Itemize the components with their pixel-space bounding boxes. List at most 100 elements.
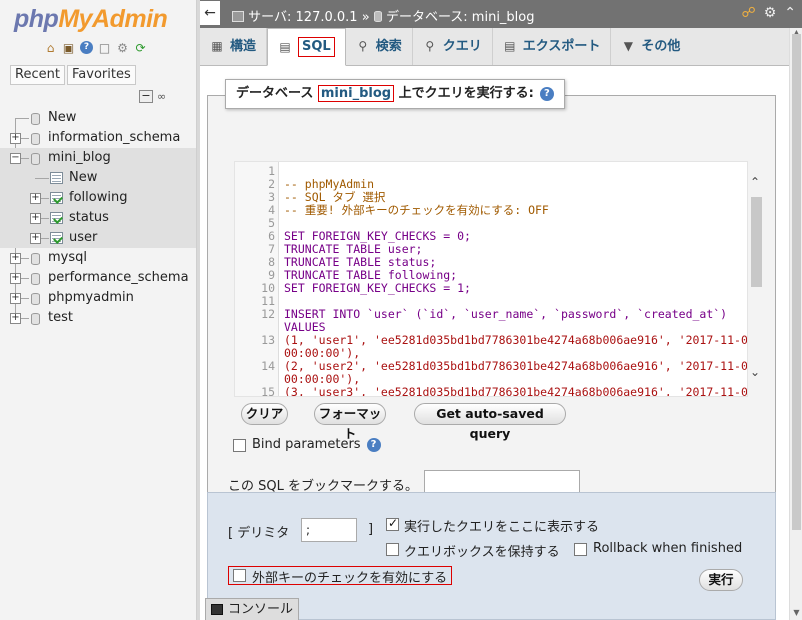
database-icon: [373, 11, 382, 22]
code-text: (3, 'user3', 'ee5281d035bd1bd7786301be42…: [284, 385, 748, 397]
link-icon[interactable]: ∞: [157, 90, 166, 103]
code-lines: 1 2 -- phpMyAdmin 3 -- SQL タブ 選択 4 -- 重要! 外部キー…: [235, 165, 748, 397]
recent-button[interactable]: Recent: [10, 65, 65, 85]
favorites-button[interactable]: Favorites: [67, 65, 136, 85]
tree-item-performance-schema[interactable]: + performance_schema: [0, 268, 196, 288]
home-icon[interactable]: ⌂: [43, 40, 58, 55]
query-fieldset: 1 2 -- phpMyAdmin 3 -- SQL タブ 選択 4 -- 重要! 外部キー…: [207, 95, 776, 519]
sql-editor[interactable]: 1 2 -- phpMyAdmin 3 -- SQL タブ 選択 4 -- 重要! 外部キー…: [234, 161, 748, 397]
chevron-up-icon[interactable]: ⌃: [750, 175, 760, 189]
editor-scroll-thumb[interactable]: [751, 197, 762, 287]
tab-export[interactable]: ▤ エクスポート: [493, 28, 612, 65]
console-icon: [211, 604, 223, 615]
tree-guide-line: [35, 178, 49, 179]
clear-button[interactable]: クリア: [241, 403, 288, 425]
format-button[interactable]: フォーマット: [314, 403, 386, 441]
tree-item-phpmyadmin[interactable]: + phpmyadmin: [0, 288, 196, 308]
show-query-checkbox[interactable]: [386, 516, 399, 531]
tree-item-status[interactable]: + status: [0, 208, 196, 228]
expand-icon[interactable]: +: [10, 313, 21, 324]
topbar-icons: ☍ ⚙ ⌃: [742, 5, 796, 21]
page-scroll-thumb[interactable]: [792, 34, 801, 530]
tab-structure[interactable]: ▦ 構造: [200, 28, 268, 65]
lock-icon[interactable]: ☍: [742, 5, 756, 21]
tree-guide-line: [21, 278, 29, 279]
tree-item-test[interactable]: + test: [0, 308, 196, 328]
expand-icon[interactable]: +: [10, 133, 21, 144]
code-line: 10 SET FOREIGN_KEY_CHECKS = 1;: [235, 281, 747, 295]
main-content: 1 2 -- phpMyAdmin 3 -- SQL タブ 選択 4 -- 重要! 外部キー…: [200, 66, 789, 620]
tab-bar: ▦ 構造 ▤ SQL ⚲ 検索 ⚲ クエリ ▤ エクスポート ▼ その他: [200, 28, 789, 66]
retain-query-box-label: クエリボックスを保持する: [404, 545, 560, 560]
back-arrow-icon[interactable]: ←: [200, 1, 220, 25]
breadcrumb: サーバ: 127.0.0.1 » データベース: mini_blog: [232, 6, 535, 25]
tree-item-mysql[interactable]: + mysql: [0, 248, 196, 268]
rollback-checkbox[interactable]: [574, 543, 587, 556]
tree-item-mini-blog[interactable]: − mini_blog: [0, 148, 196, 168]
expand-icon[interactable]: +: [10, 253, 21, 264]
tab-query[interactable]: ⚲ クエリ: [413, 28, 493, 65]
legend-database-name: mini_blog: [317, 85, 395, 102]
bind-parameters-checkbox[interactable]: [233, 439, 246, 452]
tree-guide-line: [41, 238, 49, 239]
editor-scrollbar[interactable]: ⌃ ⌄: [748, 161, 764, 397]
database-icon: [31, 133, 40, 145]
structure-icon: ▦: [211, 39, 223, 53]
code-line: 15 (3, 'user3', 'ee5281d035bd1bd7786301be…: [235, 385, 748, 397]
tab-search[interactable]: ⚲ 検索: [346, 28, 413, 65]
delimiter-close: ]: [368, 522, 374, 537]
foreign-key-check-checkbox[interactable]: [233, 569, 246, 582]
tree-guide-line: [21, 298, 29, 299]
tree-guide-line: [21, 318, 29, 319]
expand-icon[interactable]: +: [30, 193, 41, 204]
tree-item-information-schema[interactable]: + information_schema: [0, 128, 196, 148]
page-scrollbar[interactable]: ▲ ▼: [789, 28, 802, 620]
breadcrumb-database[interactable]: データベース: mini_blog: [386, 10, 535, 25]
console-tab[interactable]: コンソール: [205, 598, 300, 620]
help-icon[interactable]: ?: [79, 40, 94, 55]
docs-icon[interactable]: □: [97, 40, 112, 55]
breadcrumb-server[interactable]: サーバ: 127.0.0.1: [248, 10, 357, 25]
tree-guide-line: [21, 158, 29, 159]
collapse-icon[interactable]: ⌃: [784, 5, 796, 21]
tree-item-following[interactable]: + following: [0, 188, 196, 208]
tab-sql[interactable]: ▤ SQL: [267, 28, 346, 66]
delimiter-input[interactable]: ;: [301, 518, 357, 542]
query-icon: ⚲: [425, 39, 435, 53]
chevron-down-icon[interactable]: ▼: [792, 608, 801, 617]
code-text: INSERT INTO `user` (`id`, `user_name`, `…: [284, 307, 728, 321]
tree-item-new-table[interactable]: New: [0, 168, 196, 188]
line-number: 13: [261, 333, 275, 347]
breadcrumb-bar: ← サーバ: 127.0.0.1 » データベース: mini_blog ☍ ⚙…: [200, 0, 802, 28]
collapse-all-button[interactable]: −: [139, 90, 153, 103]
expand-icon[interactable]: +: [30, 213, 41, 224]
expand-icon[interactable]: +: [10, 293, 21, 304]
collapse-icon[interactable]: −: [10, 153, 21, 164]
bookmark-input[interactable]: [424, 470, 580, 494]
phpmyadmin-logo[interactable]: phpMyAdmin: [14, 5, 168, 34]
tree-guide-line: [15, 118, 29, 119]
expand-icon[interactable]: +: [10, 273, 21, 284]
new-database-icon: [31, 113, 40, 125]
export-icon: ▤: [504, 39, 516, 53]
chevron-down-icon[interactable]: ⌄: [750, 365, 760, 379]
logout-icon[interactable]: ▣: [61, 40, 76, 55]
bind-parameters-label: Bind parameters?: [252, 437, 381, 452]
settings-icon[interactable]: ⚙: [115, 40, 130, 55]
line-number: 14: [261, 359, 275, 373]
reload-icon[interactable]: ⟳: [133, 40, 148, 55]
tree-item-user[interactable]: + user: [0, 228, 196, 248]
retain-query-box-checkbox[interactable]: [386, 543, 399, 556]
help-icon[interactable]: ?: [539, 87, 554, 101]
foreign-key-option: 外部キーのチェックを有効にする: [228, 566, 452, 586]
expand-icon[interactable]: +: [30, 233, 41, 244]
foreign-key-check-label: 外部キーのチェックを有効にする: [252, 571, 448, 586]
gear-icon[interactable]: ⚙: [764, 5, 777, 21]
go-button[interactable]: 実行: [699, 569, 743, 591]
code-text: SET FOREIGN_KEY_CHECKS = 1;: [284, 281, 471, 295]
tab-more[interactable]: ▼ その他: [611, 28, 690, 65]
get-auto-saved-query-button[interactable]: Get auto-saved query: [414, 403, 566, 441]
tree-item-new[interactable]: New: [0, 108, 196, 128]
help-icon[interactable]: ?: [366, 438, 381, 452]
tree-guide-line: [21, 138, 29, 139]
